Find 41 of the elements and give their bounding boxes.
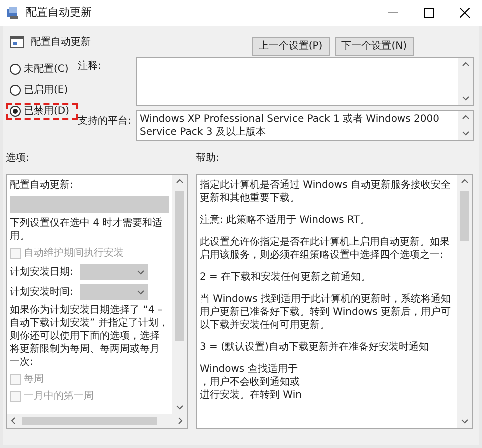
scroll-thumb[interactable] [175, 191, 184, 341]
checkbox-label: 一月中的第一周 [24, 390, 94, 403]
comment-label: 注释: [78, 60, 102, 74]
option-text: 配置自动更新: [10, 179, 74, 192]
vertical-scrollbar[interactable] [458, 58, 473, 105]
help-paragraph: 进行安装。在转到 Win [200, 389, 303, 402]
next-setting-button[interactable]: 下一个设置(N) [334, 36, 414, 56]
help-paragraph: ，用户不会收到通知或 [200, 376, 301, 389]
checkbox-label: 每周 [24, 373, 44, 386]
checkbox-label: 自动维护期间执行安装 [24, 247, 124, 260]
scroll-thumb[interactable] [460, 191, 469, 241]
comment-field[interactable] [136, 57, 474, 106]
setting-title: 配置自动更新 [31, 36, 91, 50]
help-label: 帮助: [196, 152, 220, 166]
radio-option[interactable]: 已禁用(D) [6, 103, 78, 120]
policy-icon [6, 6, 20, 20]
dropdown-label: 计划安装日期: [10, 266, 74, 278]
radio-option[interactable]: 已启用(E) [6, 82, 78, 99]
help-paragraph: 指定此计算机是否通过 Windows 自动更新服务接收安全更新和其他重要下载。 [200, 179, 452, 205]
help-paragraph: 3 = (默认设置)自动下载更新并在准备好安装时通知 [200, 341, 430, 354]
previous-setting-button[interactable]: 上一个设置(P) [252, 36, 330, 56]
vertical-scrollbar[interactable] [458, 111, 473, 140]
option-text: 下列设置仅在选中 4 时才需要和适用。 [10, 217, 164, 243]
window-title: 配置自动更新 [26, 4, 92, 21]
help-paragraph: Windows 查找适用于 [200, 363, 299, 376]
help-paragraph: 注意: 此策略不适用于 Windows RT。 [200, 214, 371, 227]
maximize-icon[interactable] [424, 8, 434, 18]
platform-text: Windows XP Professional Service Pack 1 或者 Windows 2000 Service Pack 3 及以上版本 [139, 112, 440, 140]
option-text: 如果你为计划安装日期选择了 “4 – 自动下载计划安装” 并指定了计划，则你还可以使用下面的选项，选择将更新限制为每周、每两周或每月一次: [10, 304, 169, 369]
dropdown-label: 计划安装时间: [10, 286, 74, 298]
options-label: 选项: [6, 152, 30, 166]
vertical-scrollbar[interactable] [457, 175, 472, 428]
horizontal-scrollbar[interactable] [7, 414, 187, 428]
help-paragraph: 当 Windows 找到适用于此计算机的更新时，系统将通知用户更新已准备好下载。转到 Windows 更新后，用户可以下载并安装任何可用更新。 [200, 293, 452, 332]
radio-option[interactable]: 未配置(C) [6, 61, 78, 78]
settings-window-icon [10, 36, 24, 48]
platform-label: 支持的平台: [78, 114, 132, 129]
vertical-scrollbar[interactable] [172, 175, 187, 414]
help-paragraph: 此设置允许你指定是否在此计算机上启用自动更新。如果启用该服务，则必须在组策略设置中选择四个选项之一: [200, 236, 451, 262]
help-paragraph: 2 = 在下载和安装任何更新之前通知。 [200, 271, 372, 284]
close-icon[interactable] [460, 8, 470, 18]
